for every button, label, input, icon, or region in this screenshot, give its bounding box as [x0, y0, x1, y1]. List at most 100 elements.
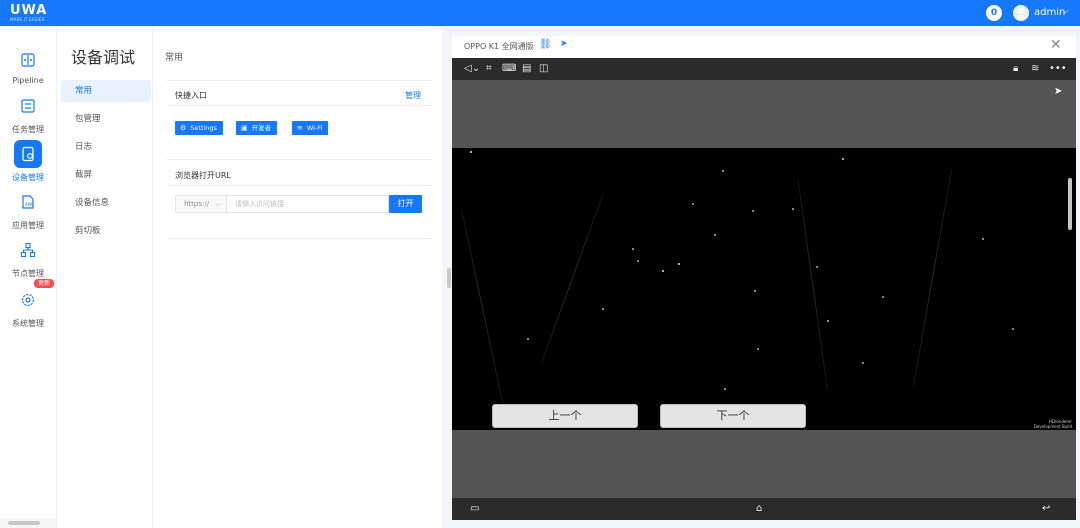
- star: [637, 260, 639, 262]
- volume-icon[interactable]: ◁⌄: [464, 63, 480, 75]
- star: [842, 158, 844, 160]
- star: [982, 238, 984, 240]
- quick-entry-header: 快捷入口 管理: [167, 80, 431, 106]
- more-icon[interactable]: •••: [1049, 63, 1067, 75]
- top-bar: UWA MAKE IT EASIER 0 admin ⌵: [0, 0, 1080, 26]
- star: [632, 248, 634, 250]
- star: [724, 388, 726, 390]
- protocol-select[interactable]: https:// ⌵: [175, 195, 227, 213]
- device-window: OPPO K1 全网通版 ⛓ ➤ ✕ ◁⌄ ⌗ ⌨ ▤ ◫ 🔒︎ ≋ ••• ➤: [452, 36, 1076, 520]
- wifi-button[interactable]: ≋ Wi-Fi: [292, 121, 329, 135]
- link-icon[interactable]: ⛓: [539, 39, 552, 50]
- star: [722, 170, 724, 172]
- light-streak: [912, 169, 953, 387]
- device-toolbar: ◁⌄ ⌗ ⌨ ▤ ◫ 🔒︎ ≋ •••: [452, 58, 1076, 80]
- task-icon: [14, 92, 42, 120]
- section-title: 常用: [165, 53, 184, 63]
- prev-button[interactable]: 上一个: [492, 404, 638, 428]
- quick-entry-heading: 快捷入口: [175, 91, 207, 100]
- star: [792, 208, 794, 210]
- vertical-scrollbar[interactable]: [1068, 178, 1072, 230]
- star: [527, 338, 529, 340]
- star: [1012, 328, 1014, 330]
- debug-subnav: 设备调试 常用 包管理 日志 截屏 设备信息 剪切板: [56, 26, 152, 528]
- star: [827, 320, 829, 322]
- star: [757, 348, 759, 350]
- nav-label: 节点管理: [12, 269, 44, 278]
- star: [752, 210, 754, 212]
- browser-url-heading: 浏览器打开URL: [175, 171, 231, 180]
- open-url-button[interactable]: 打开: [389, 195, 422, 213]
- screen-bottom-bar: [452, 430, 1076, 498]
- main-nav-rail: Pipeline 任务管理 设备管理 APK 应用管理 节点管理 更新 系统管理: [0, 26, 56, 528]
- home-icon[interactable]: ⌂: [756, 503, 762, 515]
- subnav-item-packages[interactable]: 包管理: [61, 108, 151, 130]
- developer-button[interactable]: ▣ 开发者: [236, 121, 278, 135]
- star: [754, 290, 756, 292]
- back-icon[interactable]: ↩: [1042, 503, 1050, 515]
- light-streak: [797, 178, 828, 388]
- build-watermark: HDrenderer Development Build: [1034, 419, 1072, 429]
- nav-label: 任务管理: [12, 125, 44, 134]
- logo[interactable]: UWA: [10, 4, 47, 17]
- url-input[interactable]: 请输入访问链接: [227, 195, 389, 213]
- device-header: OPPO K1 全网通版 ⛓ ➤ ✕: [452, 36, 1076, 58]
- nav-label: 系统管理: [12, 319, 44, 328]
- chevron-down-icon: ⌵: [215, 200, 221, 208]
- protocol-value: https://: [184, 200, 210, 208]
- user-name[interactable]: admin: [1034, 7, 1065, 19]
- nav-label: Pipeline: [12, 76, 44, 85]
- star: [602, 308, 604, 310]
- device-icon: [14, 140, 42, 168]
- url-form: https:// ⌵ 请输入访问链接 打开: [175, 195, 422, 213]
- close-icon[interactable]: ✕: [1050, 37, 1062, 53]
- star: [678, 263, 680, 265]
- nav-label: 应用管理: [12, 221, 44, 230]
- avatar[interactable]: [1013, 5, 1029, 21]
- settings-button[interactable]: ⚙ Settings: [175, 121, 223, 135]
- wifi-icon[interactable]: ≋: [1031, 63, 1039, 75]
- recent-apps-icon[interactable]: ▭: [470, 503, 479, 515]
- star: [470, 151, 472, 153]
- developer-icon: ▣: [241, 124, 248, 132]
- screen-top-bar: [452, 80, 1076, 148]
- settings-icon: [14, 286, 42, 314]
- device-nav-bar: ▭ ⌂ ↩: [452, 498, 1076, 520]
- screenshot-icon[interactable]: ◫: [539, 63, 548, 75]
- pointer-icon[interactable]: ➤: [560, 39, 568, 49]
- wifi-icon: ≋: [297, 124, 303, 132]
- keyboard-icon[interactable]: ⌨: [502, 63, 516, 75]
- button-label: Settings: [190, 124, 217, 132]
- star: [882, 296, 884, 298]
- node-icon: [14, 236, 42, 264]
- horizontal-scrollbar[interactable]: [0, 518, 56, 528]
- watermark-line: Development Build: [1033, 424, 1072, 429]
- scrollbar-thumb[interactable]: [8, 521, 40, 525]
- notification-badge[interactable]: 0: [986, 5, 1002, 21]
- next-button[interactable]: 下一个: [660, 404, 806, 428]
- subnav-item-screenshot[interactable]: 截屏: [61, 164, 151, 186]
- star: [862, 362, 864, 364]
- device-screen[interactable]: 上一个 下一个 HDrenderer Development Build: [452, 148, 1076, 430]
- crop-icon[interactable]: ⌗: [486, 63, 492, 75]
- lock-icon[interactable]: 🔒︎: [1013, 63, 1018, 75]
- clipboard-icon[interactable]: ▤: [522, 63, 531, 75]
- svg-text:APK: APK: [25, 202, 33, 207]
- star: [714, 234, 716, 236]
- subnav-item-clipboard[interactable]: 剪切板: [61, 220, 151, 242]
- star: [816, 266, 818, 268]
- splitter-handle[interactable]: [447, 268, 451, 288]
- logo-tagline: MAKE IT EASIER: [10, 17, 45, 22]
- device-title: OPPO K1 全网通版: [464, 42, 534, 51]
- pipeline-icon: [14, 46, 42, 74]
- subnav-item-logs[interactable]: 日志: [61, 136, 151, 158]
- subnav-item-device-info[interactable]: 设备信息: [61, 192, 151, 214]
- page-title: 设备调试: [71, 48, 136, 67]
- light-streak: [541, 193, 604, 363]
- nav-label: 设备管理: [12, 173, 44, 182]
- chevron-down-icon[interactable]: ⌵: [1062, 6, 1069, 16]
- manage-link[interactable]: 管理: [405, 90, 421, 101]
- common-panel: 常用 快捷入口 管理 ⚙ Settings ▣ 开发者 ≋ Wi-Fi 浏览器打…: [152, 26, 442, 528]
- subnav-item-common[interactable]: 常用: [61, 80, 151, 102]
- button-label: 开发者: [251, 124, 272, 132]
